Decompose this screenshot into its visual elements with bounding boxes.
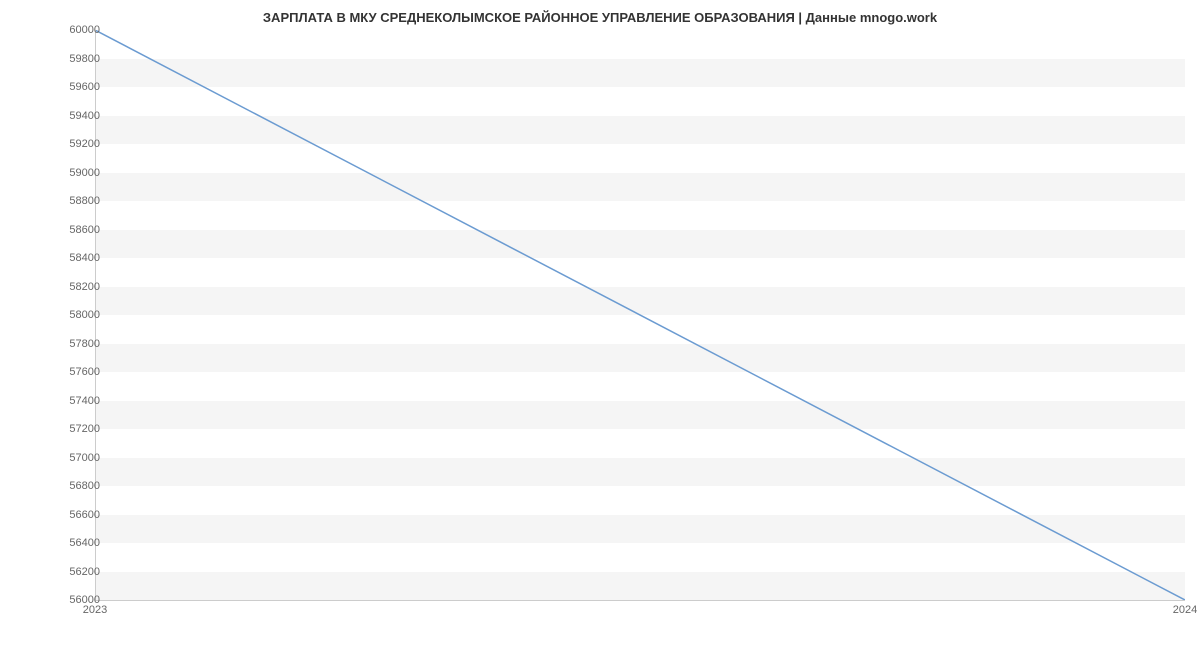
- y-tick-label: 56200: [50, 566, 100, 578]
- y-tick-label: 59000: [50, 167, 100, 179]
- y-tick-label: 58000: [50, 309, 100, 321]
- y-tick-label: 58200: [50, 281, 100, 293]
- y-tick-label: 56800: [50, 480, 100, 492]
- chart-grid: [95, 30, 1185, 600]
- y-tick-label: 57600: [50, 366, 100, 378]
- y-tick-label: 58400: [50, 252, 100, 264]
- chart-plot-area: [95, 30, 1185, 600]
- x-tick-label: 2023: [83, 604, 107, 616]
- y-tick-label: 59200: [50, 138, 100, 150]
- y-tick-label: 59800: [50, 53, 100, 65]
- y-tick-label: 57200: [50, 423, 100, 435]
- y-tick-label: 56600: [50, 509, 100, 521]
- y-tick-label: 59400: [50, 110, 100, 122]
- y-tick-label: 57000: [50, 452, 100, 464]
- y-tick-label: 56400: [50, 537, 100, 549]
- y-tick-label: 60000: [50, 24, 100, 36]
- y-tick-label: 59600: [50, 81, 100, 93]
- y-tick-label: 58600: [50, 224, 100, 236]
- chart-title: ЗАРПЛАТА В МКУ СРЕДНЕКОЛЫМСКОЕ РАЙОННОЕ …: [0, 0, 1200, 30]
- x-tick-label: 2024: [1173, 604, 1197, 616]
- y-tick-label: 57400: [50, 395, 100, 407]
- x-axis-line: [95, 600, 1185, 601]
- y-tick-label: 57800: [50, 338, 100, 350]
- y-tick-label: 58800: [50, 195, 100, 207]
